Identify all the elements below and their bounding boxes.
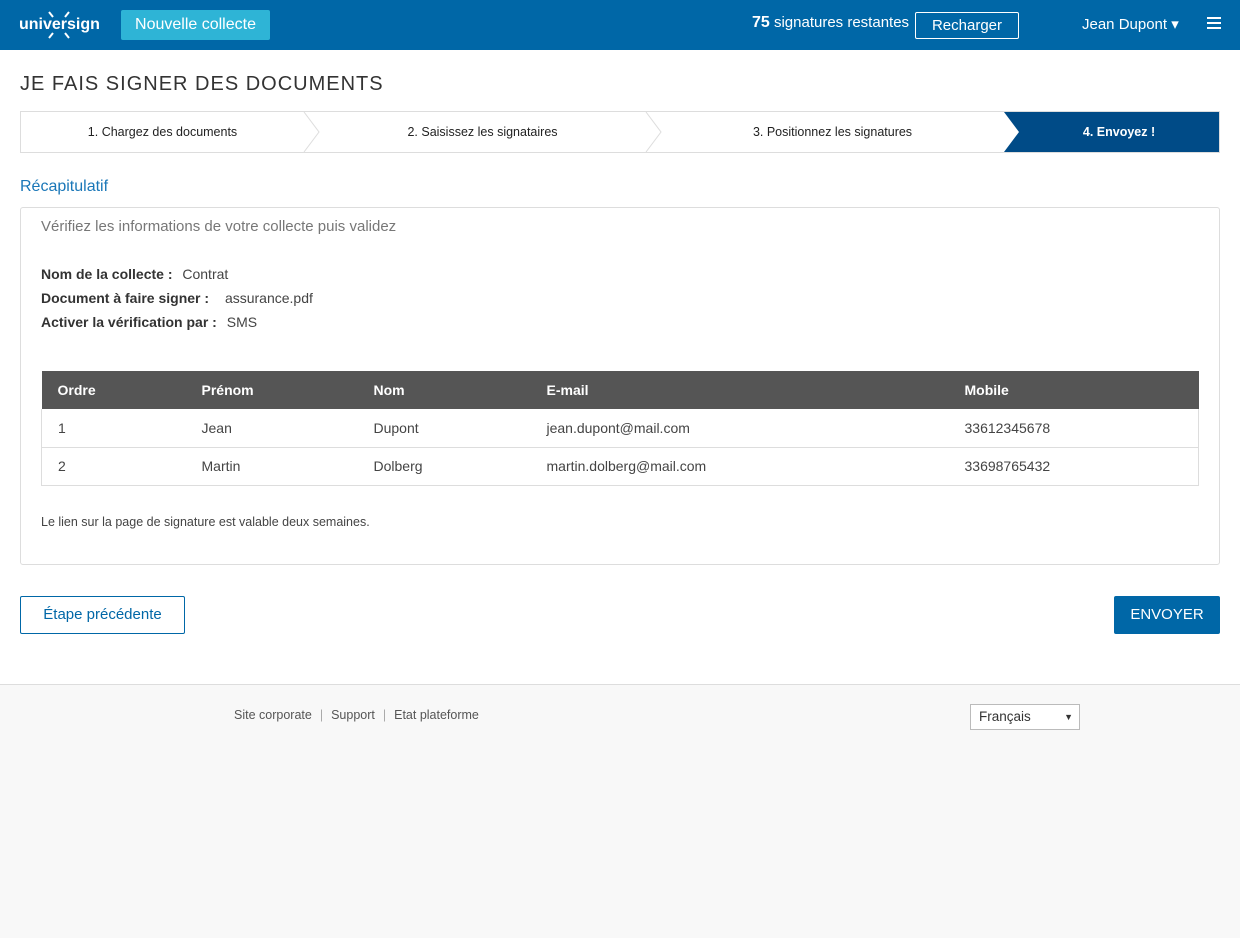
info-label: Activer la vérification par : xyxy=(41,314,217,330)
main-content: JE FAIS SIGNER DES DOCUMENTS 1. Chargez … xyxy=(0,50,1240,684)
credits-counter: 75 signatures restantes xyxy=(752,14,909,32)
cell-mobile: 33698765432 xyxy=(948,447,1199,486)
language-select[interactable]: Français ▼ xyxy=(970,704,1080,730)
column-header-lastname: Nom xyxy=(373,382,405,398)
info-label: Nom de la collecte : xyxy=(41,266,173,282)
summary-panel: Vérifiez les informations de votre colle… xyxy=(20,207,1220,565)
footer-links: Site corporate | Support | Etat plateforme xyxy=(234,708,479,722)
summary-intro: Vérifiez les informations de votre colle… xyxy=(41,218,397,235)
top-navbar: universign Nouvelle collecte 75 signatur… xyxy=(0,0,1240,50)
step-3: 3. Positionnez les signatures xyxy=(752,125,913,139)
footer-link-support[interactable]: Support xyxy=(331,708,375,722)
cell-order: 1 xyxy=(41,409,186,448)
info-value: assurance.pdf xyxy=(224,290,313,306)
chevron-down-icon: ▼ xyxy=(1064,712,1073,722)
logo-burst-icon xyxy=(48,11,70,39)
step-1: 1. Chargez des documents xyxy=(87,125,238,139)
info-value: SMS xyxy=(226,314,258,330)
table-row: 1 Jean Dupont jean.dupont@mail.com 33612… xyxy=(41,409,1199,448)
info-collection-name: Nom de la collecte : Contrat xyxy=(41,266,228,282)
new-collection-button[interactable]: Nouvelle collecte xyxy=(121,10,270,40)
credits-count: 75 xyxy=(752,14,770,31)
table-row: 2 Martin Dolberg martin.dolberg@mail.com… xyxy=(41,447,1199,486)
cell-firstname: Jean xyxy=(185,409,358,448)
footer-separator: | xyxy=(382,708,387,722)
cell-lastname: Dupont xyxy=(357,409,531,448)
previous-step-button[interactable]: Étape précédente xyxy=(20,596,185,634)
user-menu[interactable]: Jean Dupont ▾ xyxy=(1082,15,1179,33)
cell-mobile: 33612345678 xyxy=(948,409,1199,448)
validity-note: Le lien sur la page de signature est val… xyxy=(41,515,370,529)
footer: Site corporate | Support | Etat plateforme F… xyxy=(0,684,1240,938)
footer-separator: | xyxy=(319,708,324,722)
column-header-email: E-mail xyxy=(546,382,589,398)
hamburger-menu-icon[interactable] xyxy=(1207,17,1221,31)
info-label: Document à faire signer : xyxy=(41,290,210,306)
recharge-button[interactable]: Recharger xyxy=(915,12,1019,39)
cell-email: jean.dupont@mail.com xyxy=(530,409,949,448)
info-verification: Activer la vérification par : SMS xyxy=(41,314,257,330)
section-title-summary: Récapitulatif xyxy=(20,178,109,195)
cell-order: 2 xyxy=(41,447,186,486)
step-4-active: 4. Envoyez ! xyxy=(1082,125,1156,139)
credits-label: signatures restantes xyxy=(773,14,910,31)
footer-link-corporate[interactable]: Site corporate xyxy=(234,708,312,722)
cell-email: martin.dolberg@mail.com xyxy=(530,447,949,486)
column-header-mobile: Mobile xyxy=(964,382,1009,398)
cell-lastname: Dolberg xyxy=(357,447,531,486)
language-selected-value: Français xyxy=(979,709,1031,724)
info-document: Document à faire signer : assurance.pdf xyxy=(41,290,313,306)
table-header-row: Ordre Prénom Nom E-mail Mobile xyxy=(41,371,1199,409)
step-2: 2. Saisissez les signataires xyxy=(407,125,558,139)
info-value: Contrat xyxy=(182,266,229,282)
page-title: JE FAIS SIGNER DES DOCUMENTS xyxy=(20,73,384,95)
progress-stepper: 1. Chargez des documents 2. Saisissez le… xyxy=(20,111,1220,153)
cell-firstname: Martin xyxy=(185,447,358,486)
column-header-order: Ordre xyxy=(57,382,96,398)
signatories-table: Ordre Prénom Nom E-mail Mobile 1 Jean Du… xyxy=(41,371,1199,486)
footer-link-status[interactable]: Etat plateforme xyxy=(394,708,479,722)
column-header-firstname: Prénom xyxy=(201,382,254,398)
send-button[interactable]: ENVOYER xyxy=(1114,596,1220,634)
